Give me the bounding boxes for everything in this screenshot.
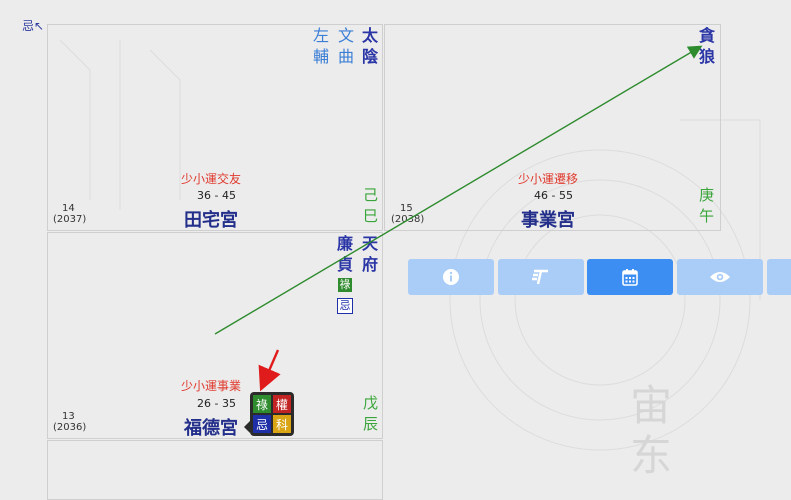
age-index: 13 (2036): [53, 411, 87, 433]
text-style-icon: [532, 269, 548, 285]
eye-icon: [710, 272, 730, 282]
age-range: 46 - 55: [534, 189, 573, 202]
xiao-xian-label: 少小運交友: [181, 172, 242, 186]
age-index: 14 (2037): [53, 203, 87, 225]
ganzhi: 己 巳: [363, 186, 379, 225]
star-tanlang[interactable]: 貪 狼: [698, 25, 716, 67]
ji-badge: 忌: [337, 298, 353, 314]
star-tianfu[interactable]: 天 府: [361, 233, 379, 275]
calendar-icon: [622, 269, 638, 286]
popup-lu[interactable]: 祿: [253, 395, 271, 413]
popup-pointer: [244, 421, 250, 433]
svg-text:东: 东: [630, 431, 672, 480]
popup-quan[interactable]: 權: [273, 395, 291, 413]
xiao-xian-label: 少小運事業: [181, 379, 242, 393]
svg-text:宙: 宙: [630, 381, 672, 430]
age-index: 15 (2038): [391, 203, 425, 225]
star-taiyin[interactable]: 太 陰: [361, 25, 379, 67]
star-zuofu[interactable]: 左 輔: [312, 25, 330, 67]
eye-button[interactable]: [677, 259, 763, 295]
star-lianzhen[interactable]: 廉 貞: [336, 233, 354, 275]
age-range: 26 - 35: [197, 397, 236, 410]
lu-badge: 祿: [338, 278, 352, 292]
palace-name: 福德宮: [184, 418, 238, 439]
corner-ji-marker: 忌↖: [22, 19, 45, 33]
text-style-button[interactable]: [498, 259, 584, 295]
palace-name: 事業宮: [521, 210, 575, 231]
info-icon: [443, 269, 459, 285]
sihua-popup[interactable]: 祿 權 忌 科: [250, 392, 294, 436]
popup-ji[interactable]: 忌: [253, 415, 271, 433]
star-wenqu[interactable]: 文 曲: [337, 25, 355, 67]
ganzhi: 戊 辰: [363, 394, 379, 433]
palace-lower-left[interactable]: [47, 440, 383, 500]
info-button[interactable]: [408, 259, 494, 295]
age-range: 36 - 45: [197, 189, 236, 202]
calendar-button[interactable]: [587, 259, 673, 295]
popup-ke[interactable]: 科: [273, 415, 291, 433]
xiao-xian-label: 少小運遷移: [518, 172, 579, 186]
toolbar-button-partial[interactable]: [767, 259, 791, 295]
palace-name: 田宅宮: [184, 210, 238, 231]
ganzhi: 庚 午: [699, 186, 715, 225]
